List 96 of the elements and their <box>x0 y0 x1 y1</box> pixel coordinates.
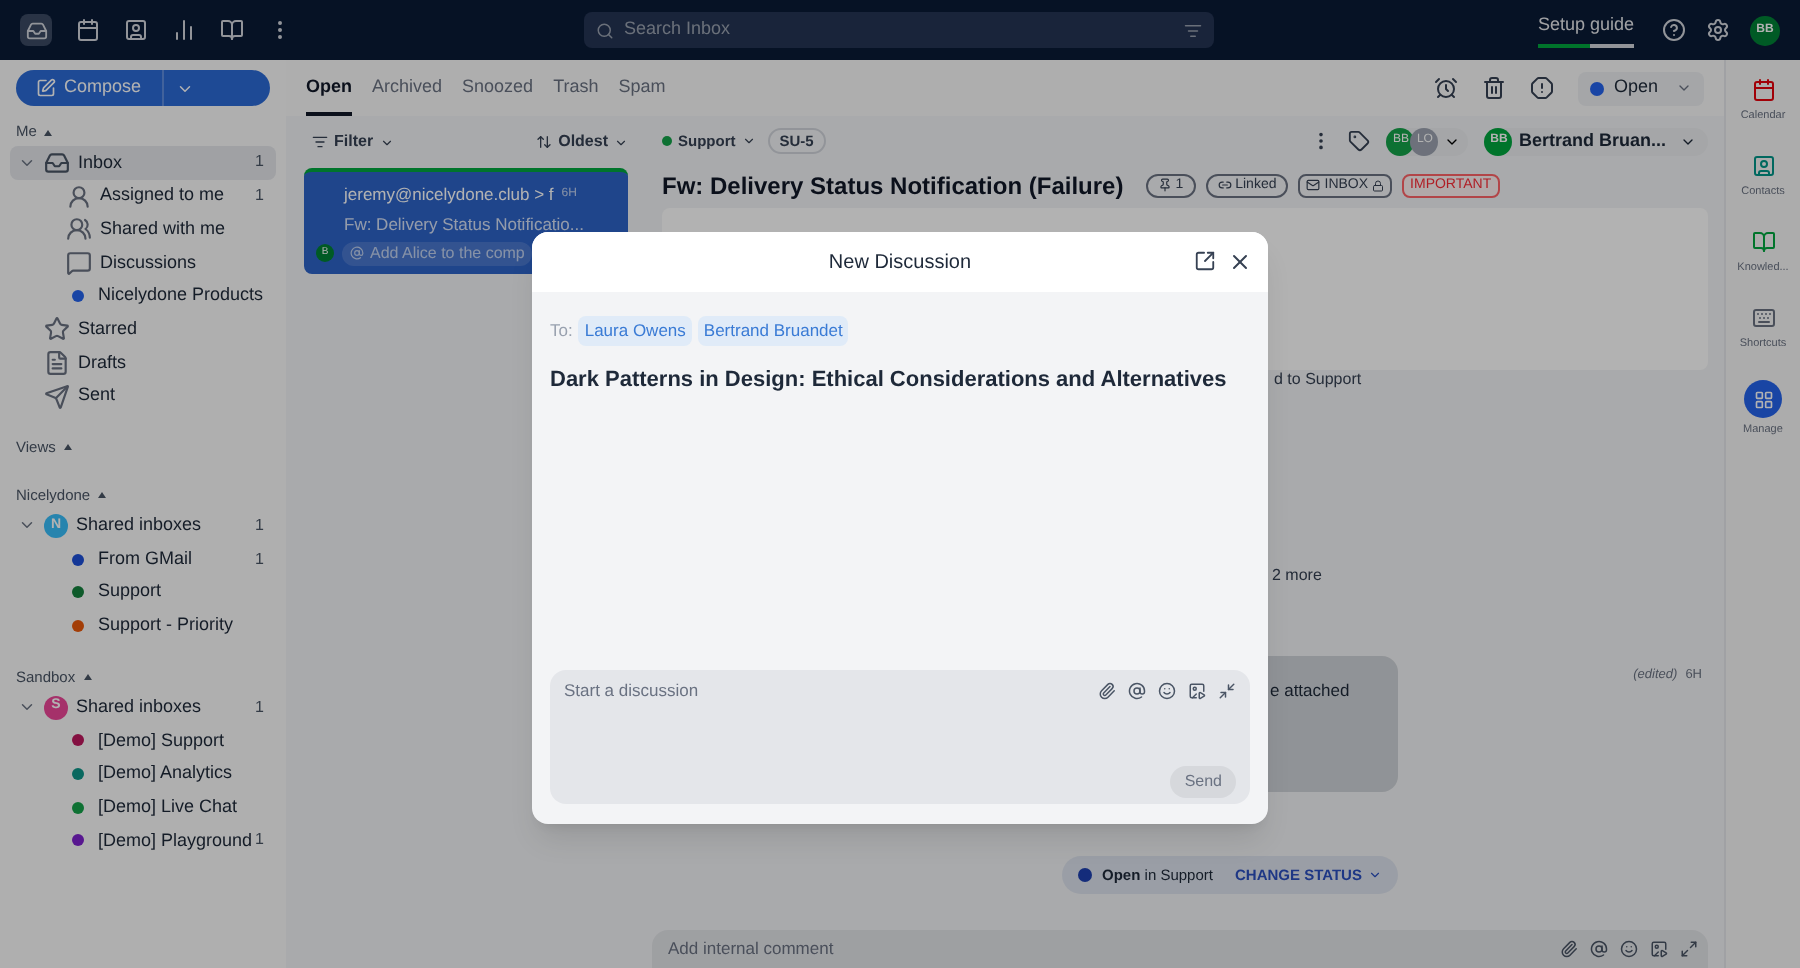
message-text: 2 more <box>1272 563 1322 588</box>
mention-icon <box>1128 682 1146 700</box>
sidebar-item[interactable]: Drafts <box>10 346 276 380</box>
discussion-subject: Dark Patterns in Design: Ethical Considerations and Alternatives <box>548 365 1229 396</box>
keyboard-icon <box>1751 306 1775 331</box>
pin-icon <box>1157 178 1172 193</box>
sidebar-item[interactable]: Discussions <box>10 246 276 280</box>
caret-icon <box>44 129 53 135</box>
grid-icon <box>1753 389 1773 409</box>
conversation-title: Fw: Delivery Status Notification (Failure) <box>662 169 1124 204</box>
search-input[interactable]: Search Inbox <box>624 16 1174 44</box>
search-field[interactable]: Search Inbox <box>584 12 1214 48</box>
lock-icon <box>1372 179 1385 192</box>
caret-icon <box>83 673 92 680</box>
sidebar-item[interactable]: Support <box>10 575 276 610</box>
contact-icon <box>1751 154 1775 179</box>
chart-icon <box>172 18 196 42</box>
chevron-icon <box>614 135 628 149</box>
chevron-icon <box>1367 867 1382 882</box>
sidebar-item[interactable]: Inbox 1 <box>10 146 276 180</box>
tab[interactable]: Archived <box>372 73 443 116</box>
gif-icon <box>1188 682 1206 700</box>
discussion-field[interactable]: Start a discussion <box>564 678 1086 704</box>
star-icon <box>44 316 70 343</box>
sidebar-item[interactable]: [Demo] Support <box>10 723 276 758</box>
chevron-icon <box>1676 80 1692 96</box>
sidebar-item[interactable]: [Demo] Playground 1 <box>10 824 276 858</box>
mention-icon <box>1590 939 1608 958</box>
send-icon <box>44 383 70 410</box>
inbox-icon <box>44 149 70 176</box>
dialog-title: New Discussion <box>828 249 972 277</box>
sort-icon <box>536 134 553 150</box>
book-icon <box>220 18 244 42</box>
message-text: d to Support <box>1274 367 1362 392</box>
help-icon <box>1662 18 1686 42</box>
setup-guide-link[interactable]: Setup guide <box>1537 12 1634 40</box>
comment-input[interactable]: Add internal comment <box>668 935 1548 962</box>
alert-icon <box>1529 76 1554 100</box>
gif-icon <box>1650 939 1668 958</box>
calendar-icon <box>1751 78 1775 103</box>
pen-icon <box>36 78 56 98</box>
pop-out-icon <box>1194 250 1216 272</box>
tab[interactable]: Open <box>306 73 353 116</box>
attach-icon <box>1560 939 1578 958</box>
inbox-tab-icon[interactable] <box>20 14 52 46</box>
trash-icon <box>1481 76 1506 100</box>
filter-icon <box>312 134 328 150</box>
recipient-chip[interactable]: Laura Owens <box>578 316 692 346</box>
manage-button[interactable] <box>1744 380 1782 418</box>
calendar-icon <box>76 18 100 42</box>
to-label: To: <box>550 318 573 344</box>
sidebar-item[interactable]: Support - Priority <box>10 609 276 643</box>
chevron-icon <box>379 135 394 149</box>
mention-icon <box>350 246 364 260</box>
tag-icon <box>1348 130 1371 153</box>
filter-icon <box>1184 21 1202 39</box>
attach-icon <box>1098 682 1116 700</box>
filter-button[interactable]: Filter <box>304 130 402 154</box>
comment-text: e attached <box>1270 679 1350 700</box>
mail-icon <box>1306 178 1321 193</box>
person-icon <box>66 183 92 210</box>
link-icon <box>1217 178 1232 193</box>
sidebar-item[interactable]: Starred <box>10 312 276 347</box>
sidebar-item[interactable]: [Demo] Analytics <box>10 757 276 791</box>
sidebar-item[interactable]: From GMail 1 <box>10 542 276 576</box>
send-button[interactable]: Send <box>1170 766 1236 798</box>
close-icon <box>1228 250 1252 274</box>
search-icon <box>596 21 614 39</box>
caret-icon <box>63 444 72 450</box>
caret-icon <box>98 492 107 498</box>
sort-button[interactable]: Oldest <box>536 130 628 154</box>
emoji-icon <box>1620 939 1638 958</box>
sidebar-item[interactable]: Sent <box>10 379 276 413</box>
expand-icon <box>1680 939 1698 958</box>
tab[interactable]: Spam <box>618 73 666 116</box>
settings-icon <box>1706 18 1730 42</box>
draft-icon <box>44 349 70 376</box>
tab[interactable]: Trash <box>553 73 599 116</box>
status-dropdown[interactable]: Open <box>1577 71 1704 105</box>
collapse-icon <box>1218 682 1236 700</box>
book-icon <box>1751 230 1775 255</box>
subject: Fw: Delivery Status Notificatio... <box>342 211 586 237</box>
chat-icon <box>66 249 92 276</box>
sidebar-item[interactable]: Shared with me <box>10 212 276 247</box>
alarm-icon <box>1433 76 1458 100</box>
sidebar-item[interactable]: Assigned to me 1 <box>10 179 276 213</box>
contact-icon <box>124 18 148 42</box>
sidebar-item[interactable]: [Demo] Live Chat <box>10 790 276 824</box>
tab[interactable]: Snoozed <box>462 73 534 116</box>
sidebar-item[interactable]: Nicelydone Products <box>10 279 276 313</box>
sender: jeremy@nicelydone.club > f <box>344 182 554 208</box>
emoji-icon <box>1158 682 1176 700</box>
people-icon <box>66 216 92 243</box>
recipient-chip[interactable]: Bertrand Bruandet <box>697 316 849 346</box>
chevron-icon <box>741 134 756 149</box>
comment-field[interactable]: Add internal comment <box>652 929 1708 968</box>
